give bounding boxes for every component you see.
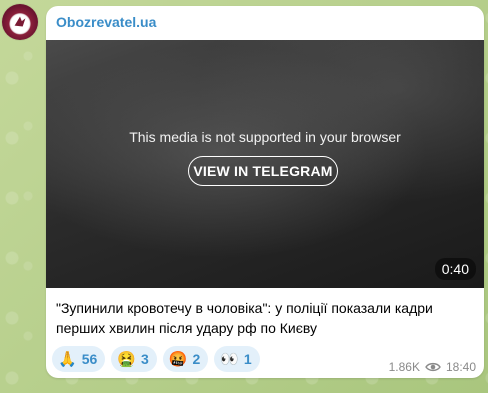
- post-caption: "Зупинили кровотечу в чоловіка": у поліц…: [56, 300, 433, 336]
- channel-avatar[interactable]: [2, 4, 38, 40]
- reaction-count: 3: [140, 351, 149, 367]
- view-in-telegram-button[interactable]: VIEW IN TELEGRAM: [188, 156, 338, 186]
- reaction-count: 56: [81, 351, 98, 367]
- message-bubble: Obozrevatel.ua This media is not support…: [46, 6, 484, 378]
- reaction-angry[interactable]: 🤬 2: [162, 346, 209, 372]
- unsupported-media-message: This media is not supported in your brow…: [129, 129, 401, 145]
- channel-name[interactable]: Obozrevatel.ua: [56, 14, 156, 30]
- message-meta: 1.86K 18:40: [389, 360, 476, 374]
- reaction-eyes[interactable]: 👀 1: [214, 346, 260, 372]
- reaction-vomit[interactable]: 🤮 3: [111, 346, 157, 372]
- view-count: 1.86K: [388, 360, 420, 374]
- angry-emoji-icon: 🤬: [168, 350, 188, 368]
- eye-icon: [425, 362, 441, 372]
- pray-emoji-icon: 🙏: [58, 350, 77, 368]
- vomit-emoji-icon: 🤮: [117, 350, 136, 368]
- obozrevatel-logo-icon: [14, 16, 26, 27]
- video-duration: 0:40: [434, 258, 476, 280]
- reaction-pray[interactable]: 🙏 56: [52, 346, 106, 372]
- message-time: 18:40: [445, 360, 476, 374]
- reaction-count: 1: [243, 351, 252, 367]
- reactions-bar: 🙏 56 🤮 3 🤬 2 👀 1: [52, 346, 260, 372]
- reaction-count: 2: [192, 351, 201, 367]
- eyes-emoji-icon: 👀: [220, 350, 239, 368]
- video-player[interactable]: This media is not supported in your brow…: [46, 40, 484, 288]
